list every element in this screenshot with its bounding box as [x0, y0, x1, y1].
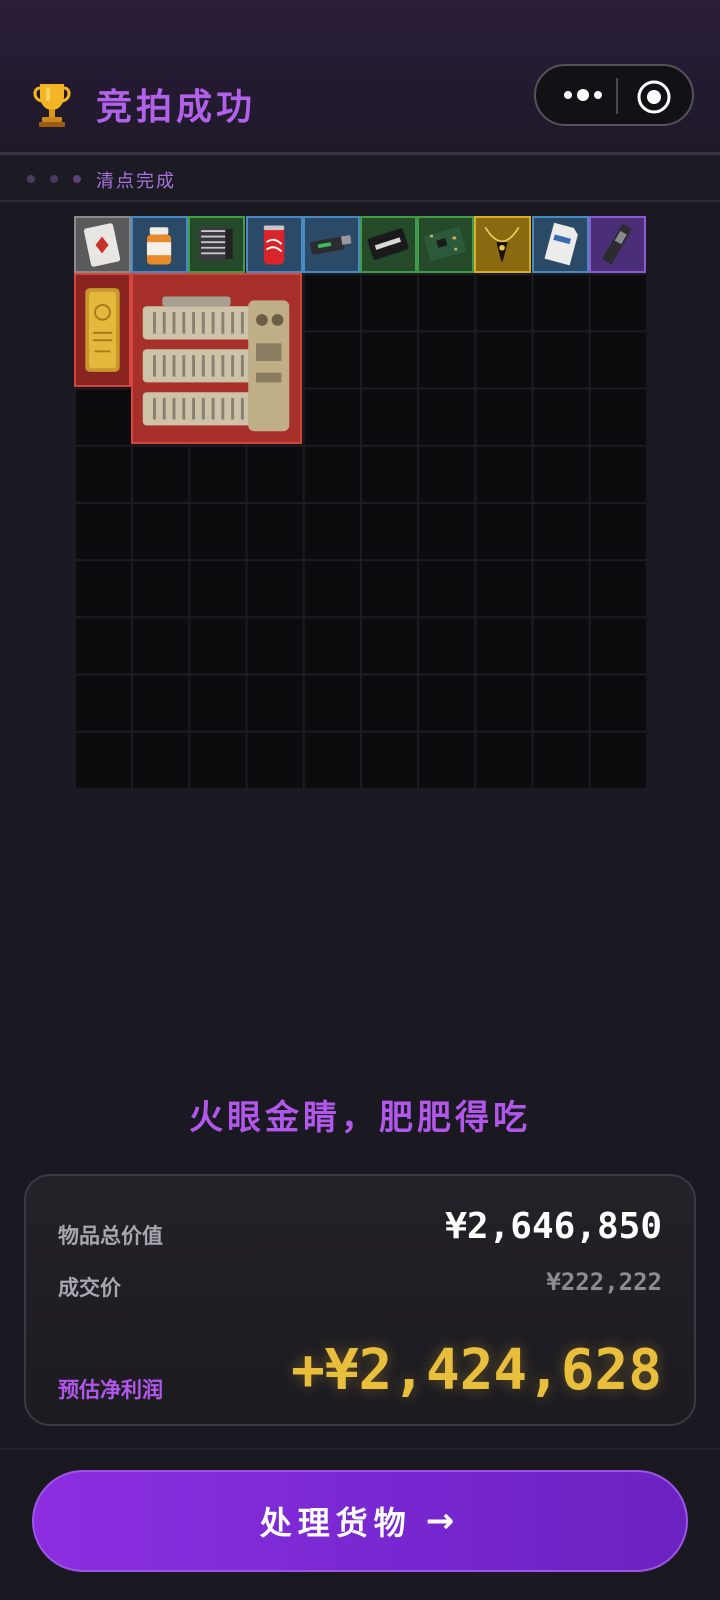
usb-drive-item[interactable] [302, 216, 360, 273]
process-goods-button[interactable]: 处理货物 → [32, 1470, 688, 1572]
sd-card-icon [544, 222, 578, 266]
playing-card-item[interactable] [74, 216, 131, 273]
deal-price-label: 成交价 [58, 1276, 121, 1300]
server-battery-icon [142, 296, 290, 432]
bottom-divider [0, 1448, 720, 1450]
progress-dot [50, 175, 58, 183]
ssd-item[interactable] [588, 216, 646, 273]
cola-can-icon [263, 225, 284, 265]
status-label: 清点完成 [96, 171, 176, 192]
target-close-icon[interactable] [636, 79, 672, 115]
usb-drive-icon [309, 235, 352, 255]
playing-card-icon [83, 223, 121, 267]
ssd-icon [602, 223, 632, 265]
circuit-board-item[interactable] [417, 216, 475, 273]
more-dots-icon[interactable] [554, 79, 612, 111]
gold-necklace-icon [484, 226, 520, 263]
gold-necklace-item[interactable] [474, 216, 532, 273]
mini-program-capsule [534, 64, 694, 126]
gold-bar-item[interactable] [74, 273, 131, 388]
good-luck-box-item[interactable] [360, 216, 417, 273]
cpu-cooler-item[interactable] [188, 216, 246, 273]
profit-summary-card: 物品总价值 ¥2,646,850 成交价 ¥222,222 预估净利润 +¥2,… [24, 1174, 696, 1426]
slogan-text: 火眼金睛，肥肥得吃 [189, 1098, 531, 1138]
inventory-grid [74, 216, 646, 788]
server-battery-item[interactable] [131, 273, 303, 445]
circuit-board-icon [423, 226, 467, 262]
progress-dot [27, 175, 35, 183]
pill-bottle-item[interactable] [131, 216, 189, 273]
gold-bar-icon [85, 288, 120, 373]
status-divider [0, 200, 720, 202]
good-luck-box-icon [367, 228, 409, 260]
profit-label: 预估净利润 [58, 1378, 163, 1402]
cola-can-item[interactable] [245, 216, 303, 273]
sd-card-item[interactable] [531, 216, 589, 273]
cpu-cooler-icon [199, 227, 234, 261]
arrow-right-icon: → [425, 1501, 461, 1541]
profit-value: +¥2,424,628 [291, 1338, 662, 1403]
total-value: ¥2,646,850 [445, 1206, 662, 1247]
capsule-divider [616, 78, 618, 114]
progress-dot [73, 175, 81, 183]
page-title: 竞拍成功 [96, 87, 257, 128]
process-goods-label: 处理货物 [259, 1504, 412, 1542]
trophy-icon [33, 84, 71, 127]
deal-price-value: ¥222,222 [546, 1268, 662, 1296]
pill-bottle-icon [147, 227, 172, 265]
total-value-label: 物品总价值 [58, 1224, 163, 1248]
